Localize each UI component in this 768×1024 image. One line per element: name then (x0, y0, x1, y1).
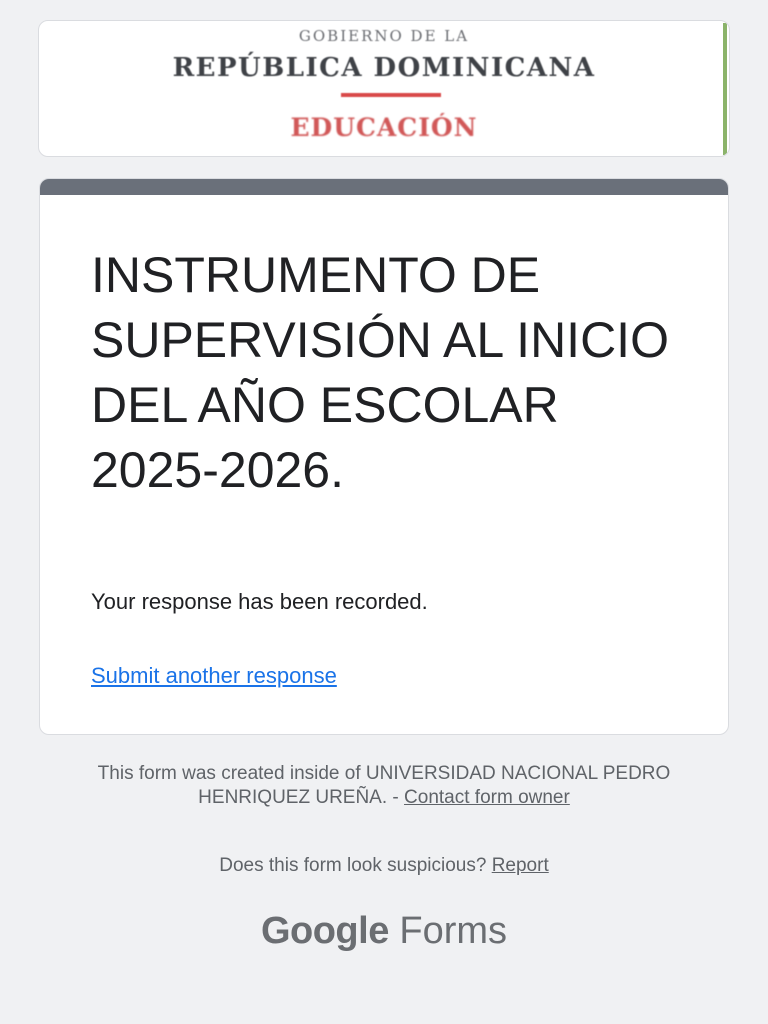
banner-accent-edge (723, 23, 727, 155)
logo-line-government: GOBIERNO DE LA (298, 27, 470, 45)
suspicious-text: Does this form look suspicious? (219, 855, 487, 876)
logo-divider (341, 93, 441, 97)
form-accent-bar (40, 179, 728, 195)
brand-forms-text: Forms (399, 910, 508, 952)
contact-form-owner-link[interactable]: Contact form owner (404, 787, 570, 808)
report-link[interactable]: Report (492, 855, 549, 876)
submit-another-response-link[interactable]: Submit another response (91, 663, 337, 689)
form-origin-text: This form was created inside of UNIVERSI… (97, 763, 671, 808)
logo-line-education: EDUCACIÓN (290, 113, 478, 142)
logo-line-republic: REPÚBLICA DOMINICANA (172, 53, 596, 83)
brand-google-text: Google (260, 910, 389, 952)
form-origin-notice: This form was created inside of UNIVERSI… (60, 762, 708, 810)
form-title: INSTRUMENTO DE SUPERVISIÓN AL INICIO DEL… (91, 247, 669, 498)
form-card: INSTRUMENTO DE SUPERVISIÓN AL INICIO DEL… (39, 178, 729, 735)
confirmation-message: Your response has been recorded. (91, 589, 428, 614)
suspicious-notice: Does this form look suspicious? Report (60, 854, 708, 878)
google-forms-logo[interactable]: Google Forms (0, 910, 768, 953)
header-banner: GOBIERNO DE LA REPÚBLICA DOMINICANA EDUC… (38, 20, 730, 157)
